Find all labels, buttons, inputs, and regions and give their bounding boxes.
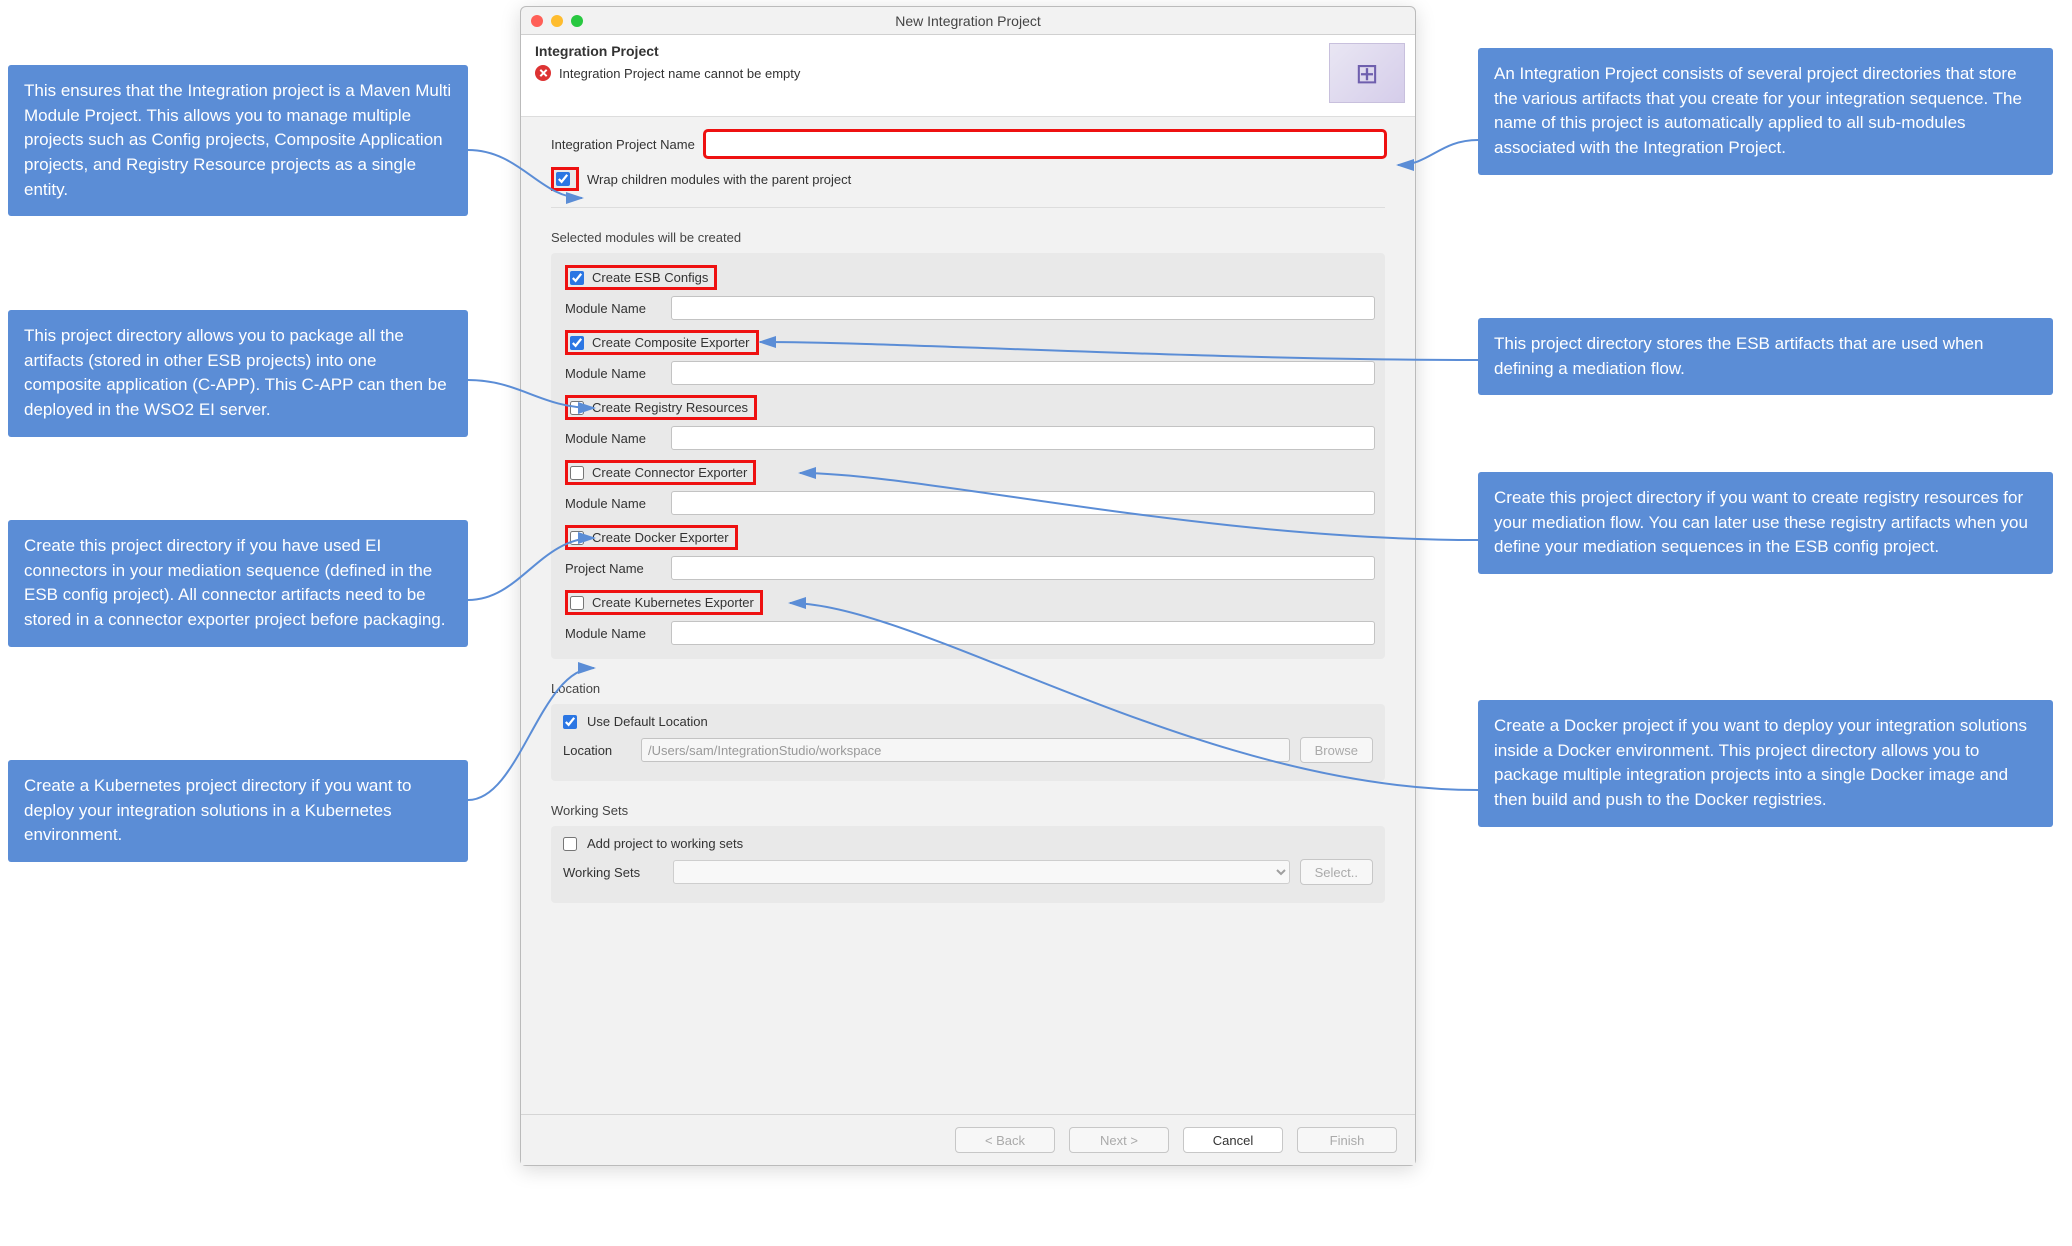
create-connector-exporter-label: Create Connector Exporter (592, 465, 747, 480)
callout-registry-resources: Create this project directory if you wan… (1478, 472, 2053, 574)
titlebar: New Integration Project (521, 7, 1415, 35)
add-to-working-sets-label: Add project to working sets (587, 836, 743, 851)
callout-project-name: An Integration Project consists of sever… (1478, 48, 2053, 175)
zoom-window-icon[interactable] (571, 15, 583, 27)
callout-composite-exporter: This project directory allows you to pac… (8, 310, 468, 437)
create-kubernetes-exporter-checkbox[interactable] (570, 596, 584, 610)
working-sets-select (673, 860, 1290, 884)
create-docker-exporter-checkbox[interactable] (570, 531, 584, 545)
location-heading: Location (551, 681, 1385, 696)
minimize-window-icon[interactable] (551, 15, 563, 27)
esb-configs-module-name-input[interactable] (671, 296, 1375, 320)
docker-exporter-project-name-label: Project Name (561, 561, 661, 576)
create-esb-configs-checkbox[interactable] (570, 271, 584, 285)
create-esb-configs-label: Create ESB Configs (592, 270, 708, 285)
window-title: New Integration Project (521, 13, 1415, 29)
composite-exporter-module-name-label: Module Name (561, 366, 661, 381)
create-registry-resources-label: Create Registry Resources (592, 400, 748, 415)
location-input (641, 738, 1290, 762)
error-icon (535, 65, 551, 81)
location-panel: Use Default Location Location Browse (551, 704, 1385, 781)
wrap-children-label: Wrap children modules with the parent pr… (587, 172, 851, 187)
callout-connector-exporter: Create this project directory if you hav… (8, 520, 468, 647)
create-docker-exporter-label: Create Docker Exporter (592, 530, 729, 545)
working-sets-panel: Add project to working sets Working Sets… (551, 826, 1385, 903)
callout-kubernetes-exporter: Create a Kubernetes project directory if… (8, 760, 468, 862)
create-composite-exporter-label: Create Composite Exporter (592, 335, 750, 350)
add-to-working-sets-checkbox[interactable] (563, 837, 577, 851)
esb-configs-module-name-label: Module Name (561, 301, 661, 316)
back-button: < Back (955, 1127, 1055, 1153)
next-button: Next > (1069, 1127, 1169, 1153)
cancel-button[interactable]: Cancel (1183, 1127, 1283, 1153)
finish-button: Finish (1297, 1127, 1397, 1153)
location-label: Location (563, 743, 631, 758)
registry-resources-module-name-label: Module Name (561, 431, 661, 446)
working-sets-label: Working Sets (563, 865, 663, 880)
connector-exporter-module-name-input[interactable] (671, 491, 1375, 515)
docker-exporter-project-name-input[interactable] (671, 556, 1375, 580)
kubernetes-exporter-module-name-label: Module Name (561, 626, 661, 641)
composite-exporter-module-name-input[interactable] (671, 361, 1375, 385)
create-composite-exporter-checkbox[interactable] (570, 336, 584, 350)
modules-panel: Create ESB Configs Module Name Create Co… (551, 253, 1385, 659)
use-default-location-label: Use Default Location (587, 714, 708, 729)
create-kubernetes-exporter-label: Create Kubernetes Exporter (592, 595, 754, 610)
close-window-icon[interactable] (531, 15, 543, 27)
working-sets-heading: Working Sets (551, 803, 1385, 818)
callout-esb-configs: This project directory stores the ESB ar… (1478, 318, 2053, 395)
callout-wrap-children: This ensures that the Integration projec… (8, 65, 468, 216)
select-working-sets-button: Select.. (1300, 859, 1373, 885)
create-registry-resources-checkbox[interactable] (570, 401, 584, 415)
use-default-location-checkbox[interactable] (563, 715, 577, 729)
modules-heading: Selected modules will be created (551, 230, 1385, 245)
project-name-label: Integration Project Name (551, 137, 695, 152)
registry-resources-module-name-input[interactable] (671, 426, 1375, 450)
create-connector-exporter-checkbox[interactable] (570, 466, 584, 480)
wrap-children-checkbox[interactable] (556, 172, 570, 186)
kubernetes-exporter-module-name-input[interactable] (671, 621, 1375, 645)
browse-button: Browse (1300, 737, 1373, 763)
project-name-input[interactable] (705, 131, 1385, 157)
callout-docker-exporter: Create a Docker project if you want to d… (1478, 700, 2053, 827)
wizard-banner-icon: ⊞ (1329, 43, 1405, 103)
dialog-footer: < Back Next > Cancel Finish (521, 1114, 1415, 1165)
connector-exporter-module-name-label: Module Name (561, 496, 661, 511)
dialog-header: Integration Project Integration Project … (521, 35, 1415, 117)
error-message: Integration Project name cannot be empty (559, 66, 800, 81)
new-integration-project-dialog: New Integration Project Integration Proj… (520, 6, 1416, 1166)
page-title: Integration Project (535, 43, 1401, 59)
